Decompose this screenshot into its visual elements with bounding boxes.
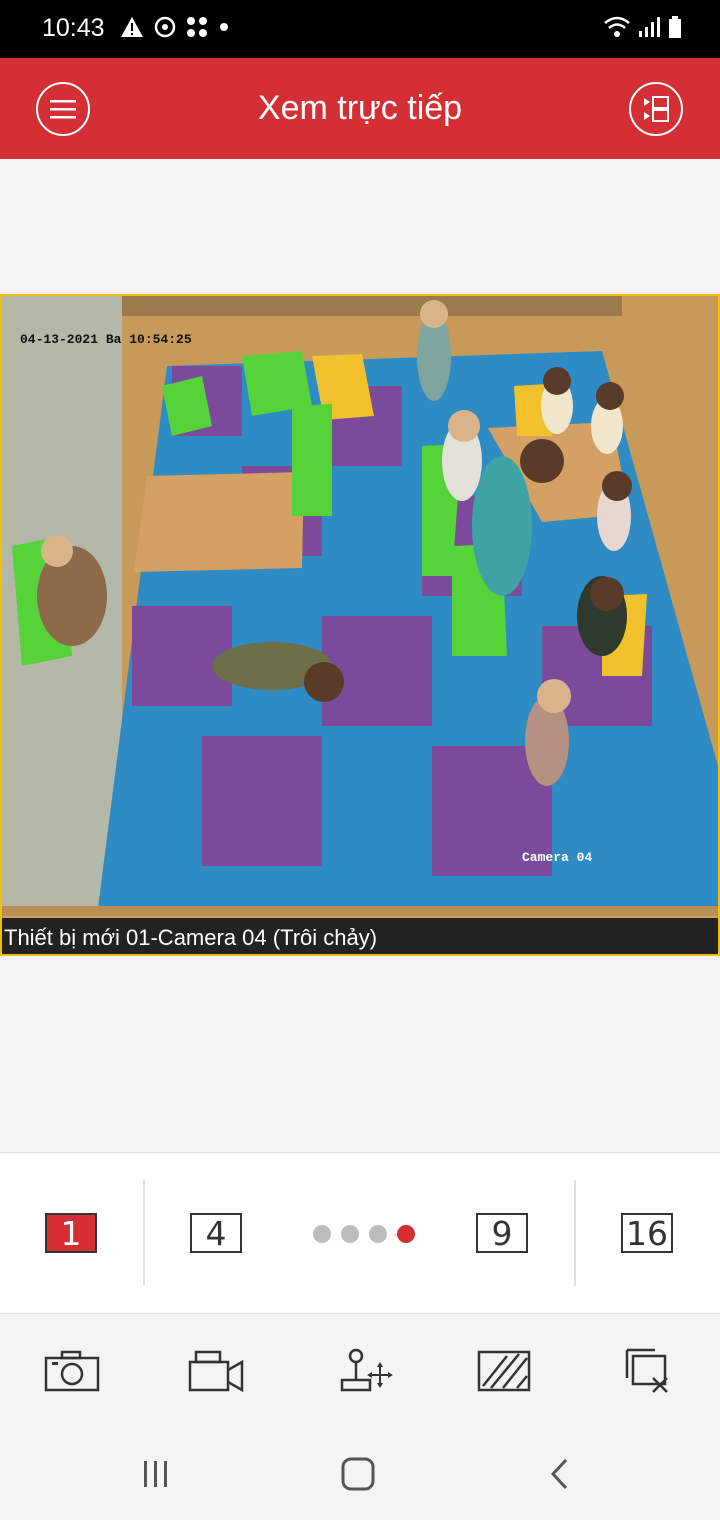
- split-selector: 1 4 9 16: [0, 1152, 720, 1314]
- split-1-label: 1: [60, 1213, 82, 1253]
- osd-timestamp: 04-13-2021 Ba 10:54:25: [20, 332, 192, 347]
- video-caption: Thiết bị mới 01-Camera 04 (Trôi chảy): [2, 918, 718, 954]
- home-button[interactable]: [338, 1454, 378, 1494]
- alert-icon: [121, 17, 143, 37]
- video-window[interactable]: 04-13-2021 Ba 10:54:25 Camera 04 Thiết b…: [0, 294, 720, 956]
- camera-feed: [2, 296, 718, 916]
- split-16-label: 16: [626, 1213, 668, 1253]
- wifi-icon: [604, 16, 630, 37]
- ptz-icon: [340, 1348, 393, 1392]
- recent-apps-icon: [144, 1461, 167, 1487]
- divider: [574, 1180, 576, 1286]
- page-title: Xem trực tiếp: [257, 89, 463, 127]
- ptz-button[interactable]: [336, 1346, 396, 1396]
- grid-icon: [187, 17, 207, 37]
- camera-icon: [44, 1350, 100, 1392]
- sync-icon: [154, 16, 176, 38]
- split-4-button[interactable]: 4: [190, 1213, 242, 1253]
- split-9-label: 9: [491, 1213, 513, 1253]
- back-icon: [550, 1458, 568, 1490]
- page-dot-1[interactable]: [313, 1225, 331, 1243]
- page-dot-3[interactable]: [369, 1225, 387, 1243]
- page-dot-2[interactable]: [341, 1225, 359, 1243]
- app-bar: Xem trực tiếp: [0, 58, 720, 159]
- split-16-button[interactable]: 16: [621, 1213, 673, 1253]
- back-button[interactable]: [540, 1454, 580, 1494]
- layout-button[interactable]: [629, 82, 683, 136]
- status-bar: 10:43: [0, 0, 720, 58]
- recent-apps-button[interactable]: [136, 1454, 176, 1494]
- page-dot-4[interactable]: [397, 1225, 415, 1243]
- layout-icon: [644, 96, 669, 122]
- split-4-label: 4: [205, 1213, 227, 1253]
- status-time: 10:43: [42, 14, 105, 42]
- page-indicator: [313, 1225, 415, 1243]
- capture-button[interactable]: [42, 1346, 102, 1396]
- home-icon: [341, 1457, 375, 1491]
- quality-button[interactable]: [474, 1346, 534, 1396]
- divider: [143, 1180, 145, 1286]
- signal-icon: [639, 17, 660, 37]
- record-icon: [188, 1350, 244, 1392]
- quality-icon: [477, 1350, 531, 1392]
- close-all-button[interactable]: [618, 1346, 678, 1396]
- record-button[interactable]: [186, 1346, 246, 1396]
- control-toolbar: [0, 1314, 720, 1424]
- dot-icon: [220, 23, 228, 31]
- battery-icon: [669, 16, 681, 38]
- close-all-icon: [625, 1348, 668, 1393]
- split-9-button[interactable]: 9: [476, 1213, 528, 1253]
- osd-camera-name: Camera 04: [522, 850, 593, 865]
- system-icons: [604, 16, 682, 38]
- system-nav-bar: [0, 1424, 720, 1520]
- split-1-button[interactable]: 1: [45, 1213, 97, 1253]
- notification-icons: [120, 16, 230, 38]
